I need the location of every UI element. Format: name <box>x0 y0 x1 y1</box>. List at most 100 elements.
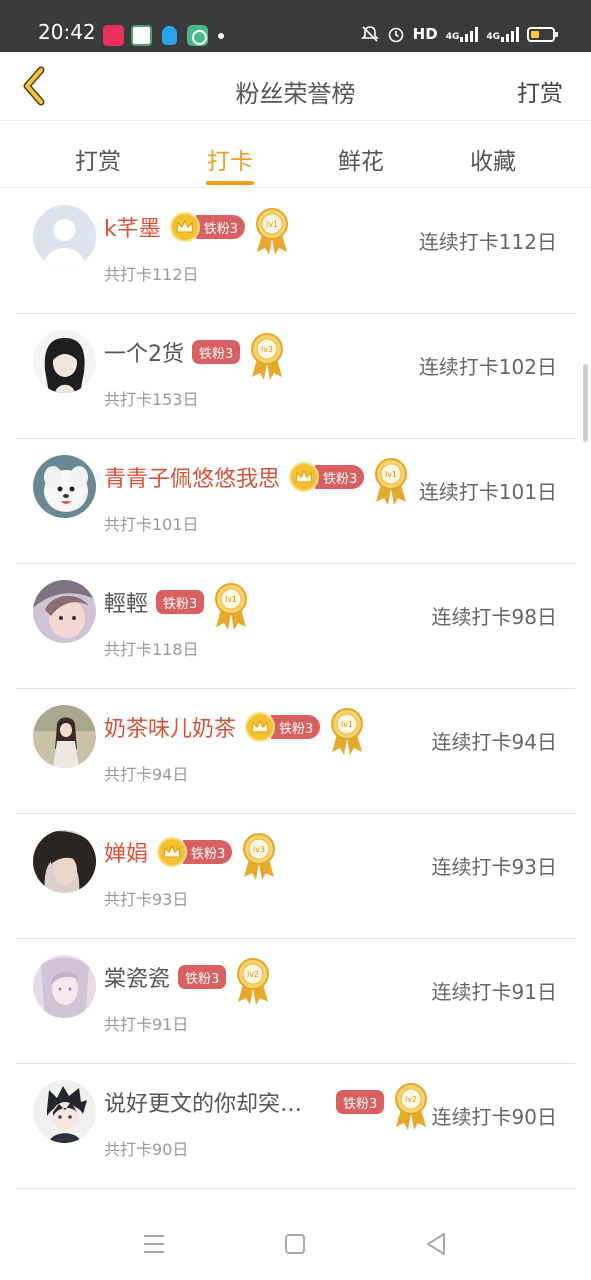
level-medal-icon: lv1 <box>212 581 250 631</box>
username[interactable]: 婵娟 <box>104 836 148 868</box>
fan-row[interactable]: k芊墨 铁粉3 lv1 共打卡112日 连续打卡112日 <box>0 189 591 314</box>
status-time: 20:42 <box>38 20 96 44</box>
username[interactable]: 一个2货 <box>104 336 184 368</box>
fan-row[interactable]: 一个2货 铁粉3 lv3 共打卡153日 连续打卡102日 <box>0 314 591 439</box>
total-checkins: 共打卡91日 <box>104 1015 189 1034</box>
news-app-icon <box>103 25 124 46</box>
name-line: 说好更文的你却突… 铁粉3 lv2 <box>104 1082 430 1130</box>
tab-reward[interactable]: 打赏 <box>58 142 138 176</box>
tab-flowers[interactable]: 鲜花 <box>321 142 401 176</box>
notification-icons <box>103 25 224 46</box>
reward-button[interactable]: 打赏 <box>517 74 563 108</box>
level-medal-icon: lv3 <box>240 831 278 881</box>
fan-row[interactable]: 輕輕 铁粉3 lv1 共打卡118日 连续打卡98日 <box>0 564 591 689</box>
name-line: 奶茶味儿奶茶 铁粉3 lv1 <box>104 707 366 755</box>
avatar[interactable] <box>33 705 96 768</box>
back-nav-button[interactable] <box>422 1230 450 1258</box>
total-checkins: 共打卡118日 <box>104 640 199 659</box>
scrollbar[interactable] <box>583 364 588 442</box>
fan-list: k芊墨 铁粉3 lv1 共打卡112日 连续打卡112日 一个2货 铁粉3 lv… <box>0 189 591 1280</box>
level-medal-icon: lv3 <box>248 331 286 381</box>
more-notifications-dot <box>218 32 224 39</box>
total-checkins: 共打卡153日 <box>104 390 199 409</box>
avatar[interactable] <box>33 830 96 893</box>
tab-checkin[interactable]: 打卡 <box>190 142 270 176</box>
qq-icon <box>159 25 180 46</box>
name-line: 青青子佩悠悠我思 铁粉3 lv1 <box>104 457 410 505</box>
status-bar: 20:42 HD 4G 4G <box>0 0 591 52</box>
total-checkins: 共打卡94日 <box>104 765 189 784</box>
fan-row[interactable]: 婵娟 铁粉3 lv3 共打卡93日 连续打卡93日 <box>0 814 591 939</box>
fan-badge: 铁粉3 <box>178 965 227 989</box>
username[interactable]: 輕輕 <box>104 586 148 618</box>
fan-badge: 铁粉3 <box>156 590 205 614</box>
home-square-icon <box>285 1234 305 1254</box>
name-line: 婵娟 铁粉3 lv3 <box>104 832 278 880</box>
mute-bell-icon <box>360 26 379 42</box>
total-checkins: 共打卡93日 <box>104 890 189 909</box>
username[interactable]: 青青子佩悠悠我思 <box>104 461 280 493</box>
crown-icon <box>157 837 188 867</box>
avatar[interactable] <box>33 1080 96 1143</box>
streak-checkins: 连续打卡94日 <box>429 726 557 755</box>
crown-icon <box>169 212 200 242</box>
avatar[interactable] <box>33 455 96 518</box>
name-line: k芊墨 铁粉3 lv1 <box>104 207 291 255</box>
username[interactable]: 说好更文的你却突… <box>104 1086 302 1118</box>
username[interactable]: 奶茶味儿奶茶 <box>104 711 236 743</box>
avatar[interactable] <box>33 330 96 393</box>
system-nav-bar <box>0 1204 591 1280</box>
streak-checkins: 连续打卡91日 <box>429 976 557 1005</box>
level-label: lv1 <box>385 470 397 479</box>
avatar[interactable] <box>33 955 96 1018</box>
alarm-icon <box>388 27 403 43</box>
back-triangle-icon <box>427 1233 445 1255</box>
level-label: lv1 <box>225 595 237 604</box>
status-indicators: HD 4G 4G <box>360 25 558 43</box>
streak-checkins: 连续打卡98日 <box>429 601 557 630</box>
avatar[interactable] <box>33 205 96 268</box>
signal-bars-2-icon <box>501 26 519 42</box>
fan-badge: 铁粉3 <box>192 340 241 364</box>
menu-nav-button[interactable] <box>140 1230 168 1258</box>
level-label: lv3 <box>261 345 273 354</box>
heart-app-icon <box>131 25 152 46</box>
signal-type-1: 4G <box>445 32 460 42</box>
streak-checkins: 连续打卡90日 <box>429 1101 557 1130</box>
active-tab-indicator <box>206 181 254 185</box>
fan-badge: 铁粉3 <box>183 840 233 864</box>
total-checkins: 共打卡112日 <box>104 265 199 284</box>
camera-app-icon <box>187 25 208 46</box>
fan-badge: 铁粉3 <box>336 1090 385 1114</box>
streak-checkins: 连续打卡93日 <box>429 851 557 880</box>
username[interactable]: k芊墨 <box>104 211 161 243</box>
level-label: lv1 <box>266 220 278 229</box>
app-header: 粉丝荣誉榜 打赏 <box>0 52 591 121</box>
level-medal-icon: lv1 <box>372 456 410 506</box>
signal-type-2: 4G <box>486 32 500 42</box>
fan-badge: 铁粉3 <box>271 715 321 739</box>
level-label: lv1 <box>341 720 353 729</box>
home-nav-button[interactable] <box>281 1230 309 1258</box>
level-medal-icon: lv1 <box>253 206 291 256</box>
fan-row[interactable]: 说好更文的你却突… 铁粉3 lv2 共打卡90日 连续打卡90日 <box>0 1064 591 1189</box>
name-line: 輕輕 铁粉3 lv1 <box>104 582 250 630</box>
page-title: 粉丝荣誉榜 <box>235 80 356 108</box>
network-type: HD <box>412 25 438 43</box>
username[interactable]: 棠瓷瓷 <box>104 961 170 993</box>
tab-favorites[interactable]: 收藏 <box>453 142 533 176</box>
level-medal-icon: lv2 <box>234 956 272 1006</box>
fan-row[interactable]: 奶茶味儿奶茶 铁粉3 lv1 共打卡94日 连续打卡94日 <box>0 689 591 814</box>
tab-bar: 打赏 打卡 鲜花 收藏 <box>0 122 591 188</box>
fan-row[interactable]: 棠瓷瓷 铁粉3 lv2 共打卡91日 连续打卡91日 <box>0 939 591 1064</box>
level-label: lv2 <box>405 1095 417 1104</box>
level-label: lv3 <box>253 845 265 854</box>
crown-icon <box>289 462 320 492</box>
avatar[interactable] <box>33 580 96 643</box>
signal-bars-1-icon <box>460 26 479 42</box>
streak-checkins: 连续打卡112日 <box>416 226 557 255</box>
level-medal-icon: lv1 <box>328 706 366 756</box>
fan-row[interactable]: 青青子佩悠悠我思 铁粉3 lv1 共打卡101日 连续打卡101日 <box>0 439 591 564</box>
fan-badge: 铁粉3 <box>195 215 246 239</box>
level-label: lv2 <box>247 970 259 979</box>
